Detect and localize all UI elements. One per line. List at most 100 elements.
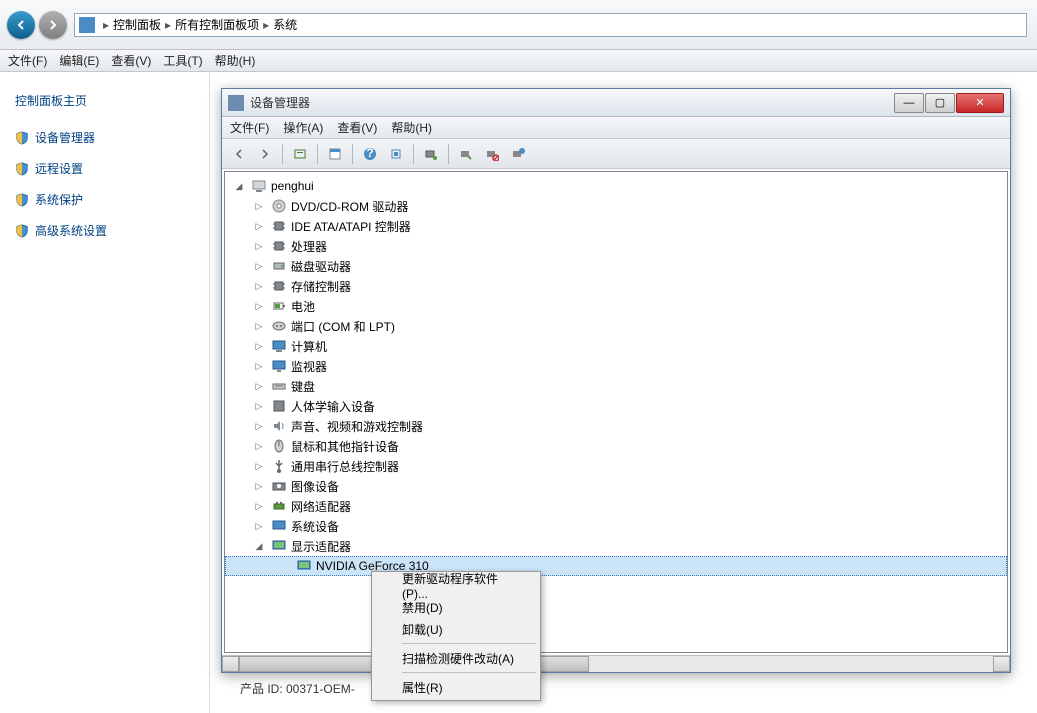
address-bar[interactable]: ▸ 控制面板 ▸ 所有控制面板项 ▸ 系统: [74, 13, 1027, 37]
expand-icon[interactable]: ▷: [253, 320, 265, 332]
dm-menu-action[interactable]: 操作(A): [283, 119, 323, 136]
tree-node[interactable]: ◢ 显示适配器: [225, 536, 1007, 556]
expand-icon[interactable]: ▷: [253, 340, 265, 352]
dm-menu-help[interactable]: 帮助(H): [391, 119, 432, 136]
tree-node[interactable]: ▷ 图像设备: [225, 476, 1007, 496]
maximize-button[interactable]: ▢: [925, 93, 955, 113]
dm-titlebar[interactable]: 设备管理器 — ▢ ✕: [222, 89, 1010, 117]
tb-enable-button[interactable]: [455, 143, 477, 165]
horizontal-scrollbar[interactable]: [222, 655, 1010, 672]
dm-menubar: 文件(F) 操作(A) 查看(V) 帮助(H): [222, 117, 1010, 139]
tree-node[interactable]: ▷ 电池: [225, 296, 1007, 316]
tree-node[interactable]: ▷ DVD/CD-ROM 驱动器: [225, 196, 1007, 216]
tree-node[interactable]: ▷ 监视器: [225, 356, 1007, 376]
tree-node[interactable]: ▷ 端口 (COM 和 LPT): [225, 316, 1007, 336]
shield-icon: [15, 224, 29, 238]
close-button[interactable]: ✕: [956, 93, 1004, 113]
tree-label: IDE ATA/ATAPI 控制器: [291, 218, 411, 235]
tree-label: 图像设备: [291, 478, 339, 495]
tb-properties-button[interactable]: [324, 143, 346, 165]
expand-icon[interactable]: ▷: [253, 220, 265, 232]
ctx-uninstall[interactable]: 卸载(U): [374, 618, 538, 640]
ctx-update-driver[interactable]: 更新驱动程序软件(P)...: [374, 574, 538, 596]
device-category-icon: [271, 538, 287, 554]
sidebar-home-link[interactable]: 控制面板主页: [15, 92, 194, 109]
expand-icon[interactable]: ▷: [253, 400, 265, 412]
tree-node[interactable]: ▷ 处理器: [225, 236, 1007, 256]
sidebar-link-protection[interactable]: 系统保护: [15, 191, 194, 208]
dm-menu-file[interactable]: 文件(F): [230, 119, 269, 136]
expand-icon[interactable]: ▷: [253, 480, 265, 492]
device-category-icon: [271, 238, 287, 254]
main-menu-bar: 文件(F) 编辑(E) 查看(V) 工具(T) 帮助(H): [0, 50, 1037, 72]
sidebar-link-device-manager[interactable]: 设备管理器: [15, 129, 194, 146]
tb-uninstall-button[interactable]: [507, 143, 529, 165]
shield-icon: [15, 193, 29, 207]
tb-scan-button[interactable]: [420, 143, 442, 165]
tree-node[interactable]: ▷ 声音、视频和游戏控制器: [225, 416, 1007, 436]
tb-forward-button[interactable]: [254, 143, 276, 165]
nav-back-button[interactable]: [7, 11, 35, 39]
tb-refresh-button[interactable]: [385, 143, 407, 165]
addr-icon: [79, 17, 95, 33]
scroll-right-button[interactable]: [993, 656, 1010, 672]
menu-help[interactable]: 帮助(H): [215, 52, 256, 69]
sidebar-link-label: 远程设置: [35, 160, 83, 177]
sidebar-link-label: 设备管理器: [35, 129, 95, 146]
tree-node[interactable]: ▷ 计算机: [225, 336, 1007, 356]
tree-node[interactable]: ▷ 存储控制器: [225, 276, 1007, 296]
ctx-scan-hardware[interactable]: 扫描检测硬件改动(A): [374, 647, 538, 669]
scroll-left-button[interactable]: [222, 656, 239, 672]
breadcrumb-segment[interactable]: 所有控制面板项: [175, 16, 259, 33]
device-tree[interactable]: ◢ penghui ▷ DVD/CD-ROM 驱动器 ▷ IDE ATA/ATA…: [224, 171, 1008, 653]
tb-up-button[interactable]: [289, 143, 311, 165]
menu-edit[interactable]: 编辑(E): [59, 52, 99, 69]
nav-forward-button[interactable]: [39, 11, 67, 39]
breadcrumb-segment[interactable]: 控制面板: [113, 16, 161, 33]
tree-label: 显示适配器: [291, 538, 351, 555]
control-panel-sidebar: 控制面板主页 设备管理器 远程设置 系统保护 高级系统设置: [0, 72, 210, 713]
tree-node[interactable]: ▷ IDE ATA/ATAPI 控制器: [225, 216, 1007, 236]
expand-icon[interactable]: ▷: [253, 460, 265, 472]
expand-icon[interactable]: ▷: [253, 420, 265, 432]
minimize-button[interactable]: —: [894, 93, 924, 113]
breadcrumb-segment[interactable]: 系统: [273, 16, 297, 33]
expand-icon[interactable]: ▷: [253, 280, 265, 292]
tree-node[interactable]: ▷ 鼠标和其他指针设备: [225, 436, 1007, 456]
tree-label: 处理器: [291, 238, 327, 255]
tree-node[interactable]: ▷ 网络适配器: [225, 496, 1007, 516]
device-category-icon: [271, 198, 287, 214]
tree-node[interactable]: ▷ 键盘: [225, 376, 1007, 396]
tree-node[interactable]: ▷ 系统设备: [225, 516, 1007, 536]
tb-help-button[interactable]: ?: [359, 143, 381, 165]
tree-label: 声音、视频和游戏控制器: [291, 418, 423, 435]
menu-separator: [402, 672, 536, 673]
menu-view[interactable]: 查看(V): [111, 52, 151, 69]
menu-file[interactable]: 文件(F): [8, 52, 47, 69]
tb-disable-button[interactable]: [481, 143, 503, 165]
collapse-icon[interactable]: ◢: [233, 180, 245, 192]
collapse-icon[interactable]: ◢: [253, 540, 265, 552]
tree-node[interactable]: ▷ 通用串行总线控制器: [225, 456, 1007, 476]
menu-tools[interactable]: 工具(T): [163, 52, 202, 69]
ctx-properties[interactable]: 属性(R): [374, 676, 538, 698]
expand-icon[interactable]: ▷: [253, 240, 265, 252]
device-category-icon: [271, 318, 287, 334]
expand-icon[interactable]: ▷: [253, 200, 265, 212]
dm-menu-view[interactable]: 查看(V): [337, 119, 377, 136]
expand-icon[interactable]: ▷: [253, 300, 265, 312]
expand-icon[interactable]: ▷: [253, 260, 265, 272]
expand-icon[interactable]: ▷: [253, 380, 265, 392]
tree-root[interactable]: ◢ penghui: [225, 176, 1007, 196]
tb-back-button[interactable]: [228, 143, 250, 165]
sidebar-link-advanced[interactable]: 高级系统设置: [15, 222, 194, 239]
display-adapter-icon: [296, 558, 312, 574]
expand-icon[interactable]: ▷: [253, 440, 265, 452]
tree-node[interactable]: ▷ 人体学输入设备: [225, 396, 1007, 416]
expand-icon[interactable]: ▷: [253, 500, 265, 512]
expand-icon[interactable]: ▷: [253, 520, 265, 532]
tree-leaf-selected[interactable]: NVIDIA GeForce 310: [225, 556, 1007, 576]
tree-node[interactable]: ▷ 磁盘驱动器: [225, 256, 1007, 276]
expand-icon[interactable]: ▷: [253, 360, 265, 372]
sidebar-link-remote[interactable]: 远程设置: [15, 160, 194, 177]
